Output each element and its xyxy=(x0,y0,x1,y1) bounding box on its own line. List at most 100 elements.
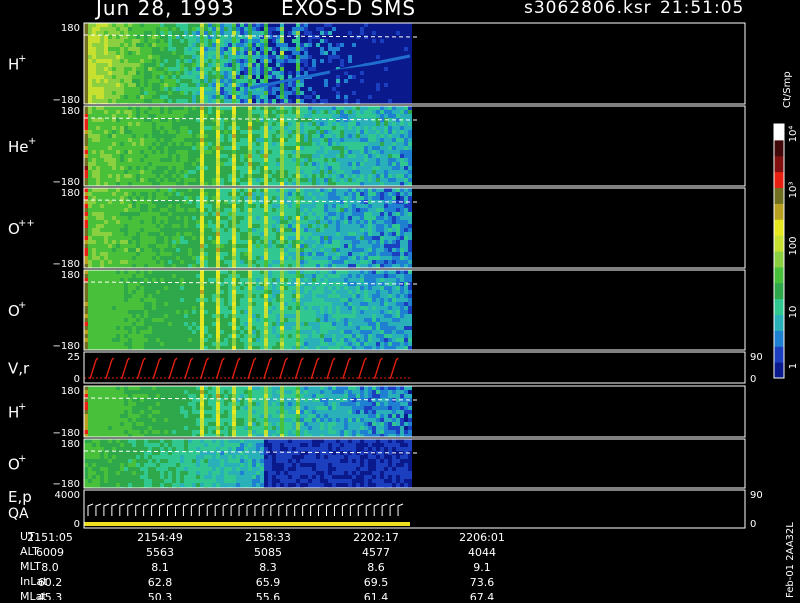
vr-trace-14 xyxy=(311,358,319,379)
colorbar-segment-15 xyxy=(774,124,784,140)
panel-5-ymax: 25 xyxy=(67,352,80,363)
panel-1-label-sup: + xyxy=(18,54,26,65)
ep-trace-31 xyxy=(334,504,339,516)
vr-trace-5 xyxy=(169,358,177,379)
colorbar-segment-3 xyxy=(774,315,784,331)
colorbar-segment-0 xyxy=(774,362,784,378)
ep-trace-10 xyxy=(168,504,173,516)
vr-trace-10 xyxy=(248,358,256,379)
ep-trace-1 xyxy=(96,504,101,516)
ep-trace-39 xyxy=(398,504,403,516)
ep-trace-14 xyxy=(199,504,204,516)
colorbar-tick-0: 1 xyxy=(788,363,799,369)
panel-4-ymax: 180 xyxy=(61,270,80,281)
panel-8-ymax: 4000 xyxy=(55,490,80,501)
vr-trace-11 xyxy=(264,358,272,379)
panel-3-label-sup: ++ xyxy=(18,218,35,229)
colorbar-segment-6 xyxy=(774,267,784,283)
ep-trace-36 xyxy=(374,504,379,516)
vr-trace-9 xyxy=(232,358,240,379)
colorbar-segment-8 xyxy=(774,235,784,251)
title-instrument: EXOS-D SMS xyxy=(281,0,416,20)
ep-trace-22 xyxy=(263,504,268,516)
panel-8-label: E,p xyxy=(8,488,32,506)
ep-trace-12 xyxy=(183,504,188,516)
colorbar-segment-2 xyxy=(774,330,784,346)
ep-trace-3 xyxy=(112,504,117,516)
panel-5-label: V,r xyxy=(8,360,30,378)
vr-trace-7 xyxy=(201,358,209,379)
ep-trace-0 xyxy=(88,504,93,516)
panel-8-rmin: 0 xyxy=(750,519,756,530)
vr-trace-19 xyxy=(390,358,398,379)
vr-trace-13 xyxy=(295,358,303,379)
colorbar-segment-7 xyxy=(774,251,784,267)
ep-trace-16 xyxy=(215,504,220,516)
panel-7-cells xyxy=(84,439,412,488)
panel-2-label: He xyxy=(8,138,29,156)
vr-trace-18 xyxy=(374,358,382,379)
vr-trace-15 xyxy=(327,358,335,379)
vr-trace-16 xyxy=(343,358,351,379)
panel-1-ymin: −180 xyxy=(53,95,80,106)
vr-trace-0 xyxy=(90,358,98,379)
row-label-alt: ALT xyxy=(20,545,39,558)
panel-4-ymin: −180 xyxy=(53,341,80,352)
ep-trace-26 xyxy=(295,504,300,516)
panel-5-ymin: 0 xyxy=(74,374,80,385)
qa-bar xyxy=(84,522,410,526)
ep-trace-5 xyxy=(128,504,133,516)
panel-7-ymin: −180 xyxy=(53,479,80,490)
panel-8-label2: QA xyxy=(8,506,29,522)
ep-trace-38 xyxy=(390,504,395,516)
colorbar-segment-12 xyxy=(774,172,784,188)
colorbar-tick-4: 10⁴ xyxy=(788,126,799,143)
ep-trace-18 xyxy=(231,504,236,516)
panel-8-ymin: 0 xyxy=(74,519,80,530)
ep-trace-9 xyxy=(160,504,165,516)
panel-2-ymin: −180 xyxy=(53,177,80,188)
ep-trace-32 xyxy=(342,504,347,516)
panel-8-rmax: 90 xyxy=(750,490,763,501)
panel-6-cells xyxy=(84,386,412,437)
colorbar-tick-2: 100 xyxy=(788,236,799,255)
row-label-ut: UT xyxy=(20,530,35,543)
colorbar-tick-3: 10³ xyxy=(788,182,799,199)
panel-3-ymin: −180 xyxy=(53,259,80,270)
colorbar-segment-13 xyxy=(774,156,784,172)
ep-trace-25 xyxy=(287,504,292,516)
colorbar-segment-10 xyxy=(774,203,784,219)
ep-trace-7 xyxy=(144,504,149,516)
colorbar-segment-4 xyxy=(774,299,784,315)
panel-5-frame xyxy=(84,352,745,383)
vr-trace-17 xyxy=(359,358,367,379)
ep-trace-15 xyxy=(207,504,212,516)
colorbar-unit: Ct/Smp xyxy=(782,71,793,108)
panel-7-label-sup: + xyxy=(18,454,26,465)
row-label-mlt: MLT xyxy=(20,560,41,573)
ep-trace-24 xyxy=(279,504,284,516)
ep-trace-11 xyxy=(175,504,180,516)
vr-trace-1 xyxy=(106,358,114,379)
vr-trace-12 xyxy=(280,358,288,379)
ep-trace-28 xyxy=(311,504,316,516)
panel-6-ymin: −180 xyxy=(53,428,80,439)
vr-trace-6 xyxy=(185,358,193,379)
panel-5-rmin: 0 xyxy=(750,374,756,385)
ep-trace-27 xyxy=(303,504,308,516)
colorbar-segment-14 xyxy=(774,140,784,156)
row-label-mlat: MLat xyxy=(20,590,47,603)
title-file: s3062806.ksr xyxy=(524,0,652,18)
ep-trace-2 xyxy=(104,504,109,516)
colorbar-segment-5 xyxy=(774,283,784,299)
panel-2-label-sup: + xyxy=(28,136,36,147)
ep-trace-17 xyxy=(223,504,228,516)
ep-trace-37 xyxy=(382,504,387,516)
panel-7-ymax: 180 xyxy=(61,439,80,450)
vr-trace-8 xyxy=(216,358,224,379)
colorbar-tick-1: 10 xyxy=(788,306,799,319)
ep-trace-13 xyxy=(191,504,196,516)
ep-trace-19 xyxy=(239,504,244,516)
ep-trace-20 xyxy=(247,504,252,516)
ep-trace-33 xyxy=(350,504,355,516)
